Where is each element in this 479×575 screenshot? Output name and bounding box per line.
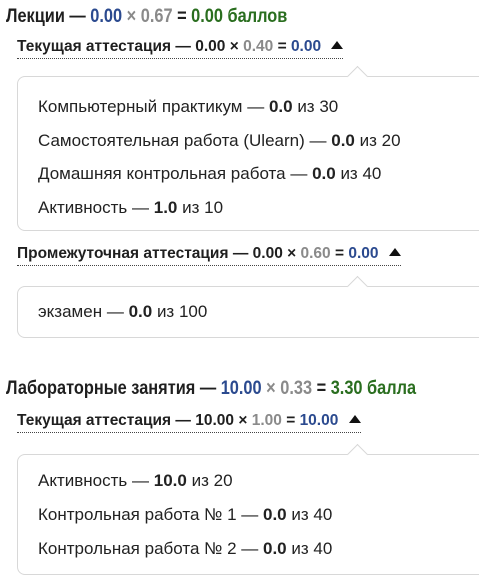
dash: —	[175, 412, 191, 429]
item-name: экзамен	[38, 302, 103, 321]
popover-notch	[346, 275, 369, 298]
item-of: из	[182, 198, 200, 217]
list-item: экзамен — 0.0 из 100	[38, 302, 207, 322]
section-unit: балла	[367, 378, 417, 399]
attestation-result: 0.00	[290, 38, 322, 55]
list-item: Домашняя контрольная работа — 0.0 из 40	[38, 164, 381, 184]
item-score: 0.0	[268, 97, 293, 116]
times-sign: ×	[266, 378, 276, 399]
popover-notch	[346, 443, 369, 466]
attestation-value: 0.00	[195, 38, 226, 55]
attestation-weight: 0.40	[243, 38, 274, 55]
popover-notch	[346, 65, 369, 88]
list-item: Активность — 1.0 из 10	[38, 198, 223, 218]
dash: —	[175, 38, 191, 55]
item-of: из	[156, 302, 175, 321]
item-of: из	[297, 97, 315, 116]
item-name: Активность	[38, 471, 128, 490]
item-of: из	[359, 131, 377, 150]
section-value: 10.00	[220, 378, 262, 399]
dash: —	[106, 302, 124, 321]
item-name: Самостоятельная работа (Ulearn)	[38, 131, 305, 150]
section-value: 0.00	[90, 6, 123, 27]
section-result: 3.30	[330, 378, 363, 399]
equals-sign: =	[277, 38, 287, 55]
item-name: Активность	[38, 198, 128, 217]
attestation-details-lectures-current: Компьютерный практикум — 0.0 из 30 Самос…	[17, 65, 479, 231]
item-of: из	[191, 471, 209, 490]
item-max: 40	[313, 505, 333, 524]
item-name: Контрольная работа № 2	[38, 539, 237, 558]
dash: —	[247, 97, 265, 116]
dash: —	[199, 378, 217, 399]
item-of: из	[291, 539, 309, 558]
list-item: Контрольная работа № 2 — 0.0 из 40	[38, 539, 332, 559]
attestation-toggle-lectures-current[interactable]: Текущая аттестация — 0.00 × 0.40 = 0.00	[17, 38, 344, 59]
triangle-up-icon[interactable]	[331, 41, 344, 49]
item-score: 0.0	[331, 131, 355, 150]
section-name: Лабораторные занятия	[6, 378, 196, 399]
dash: —	[241, 539, 259, 558]
dash: —	[290, 164, 308, 183]
section-title-labs: Лабораторные занятия — 10.00 × 0.33 = 3.…	[6, 378, 416, 400]
attestation-name: Текущая аттестация	[17, 412, 172, 429]
dash: —	[241, 505, 259, 524]
attestation-result: 10.00	[299, 412, 339, 429]
times-sign: ×	[287, 245, 297, 262]
item-max: 100	[178, 302, 208, 321]
attestation-value: 10.00	[195, 412, 235, 429]
attestation-result: 0.00	[348, 245, 379, 262]
item-score: 0.0	[263, 539, 287, 558]
section-weight: 0.33	[280, 378, 313, 399]
item-max: 20	[213, 471, 233, 490]
equals-sign: =	[177, 6, 187, 27]
list-item: Контрольная работа № 1 — 0.0 из 40	[38, 505, 332, 525]
attestation-name: Промежуточная аттестация	[17, 245, 229, 262]
item-score: 0.0	[263, 505, 287, 524]
item-max: 40	[313, 539, 333, 558]
item-max: 20	[381, 131, 401, 150]
attestation-details-labs-current: Активность — 10.0 из 20 Контрольная рабо…	[17, 443, 479, 575]
equals-sign: =	[334, 245, 345, 262]
times-sign: ×	[229, 38, 239, 55]
triangle-up-icon[interactable]	[388, 248, 401, 256]
section-unit: баллов	[227, 6, 288, 27]
section-title-lectures: Лекции — 0.00 × 0.67 = 0.00 баллов	[6, 6, 287, 28]
dash: —	[69, 6, 86, 27]
triangle-up-icon[interactable]	[348, 415, 361, 423]
item-name: Контрольная работа № 1	[38, 505, 237, 524]
attestation-details-lectures-intermediate: экзамен — 0.0 из 100	[17, 275, 479, 338]
attestation-toggle-labs-current[interactable]: Текущая аттестация — 10.00 × 1.00 = 10.0…	[17, 412, 361, 433]
times-sign: ×	[238, 412, 248, 429]
attestation-weight: 0.60	[300, 245, 331, 262]
section-weight: 0.67	[140, 6, 173, 27]
attestation-value: 0.00	[252, 245, 283, 262]
section-result: 0.00	[191, 6, 223, 27]
item-of: из	[340, 164, 358, 183]
item-score: 1.0	[153, 198, 178, 217]
list-item: Компьютерный практикум — 0.0 из 30	[38, 97, 338, 117]
item-score: 0.0	[312, 164, 336, 183]
item-score: 10.0	[153, 471, 187, 490]
attestation-toggle-lectures-intermediate[interactable]: Промежуточная аттестация — 0.00 × 0.60 =…	[17, 245, 401, 266]
attestation-weight: 1.00	[251, 412, 282, 429]
dash: —	[132, 471, 150, 490]
item-name: Домашняя контрольная работа	[38, 164, 286, 183]
list-item: Самостоятельная работа (Ulearn) — 0.0 из…	[38, 131, 401, 151]
list-item: Активность — 10.0 из 20	[38, 471, 233, 491]
attestation-name: Текущая аттестация	[17, 38, 172, 55]
dash: —	[309, 131, 327, 150]
dash: —	[232, 245, 249, 262]
section-name: Лекции	[6, 6, 65, 27]
item-max: 40	[362, 164, 382, 183]
item-score: 0.0	[128, 302, 153, 321]
times-sign: ×	[126, 6, 137, 27]
item-of: из	[291, 505, 309, 524]
dash: —	[132, 198, 150, 217]
equals-sign: =	[316, 378, 327, 399]
equals-sign: =	[286, 412, 296, 429]
item-name: Компьютерный практикум	[38, 97, 243, 116]
item-max: 10	[204, 198, 224, 217]
item-max: 30	[319, 97, 339, 116]
